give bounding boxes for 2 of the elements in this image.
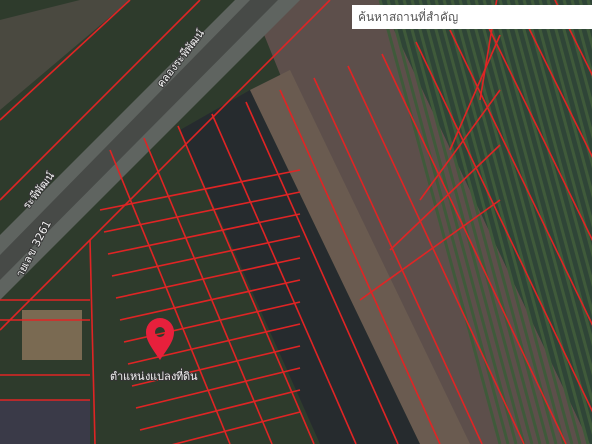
search-field[interactable]: ค้นหาสถานที่สำคัญ xyxy=(352,5,592,29)
location-pin-icon[interactable] xyxy=(146,318,174,360)
